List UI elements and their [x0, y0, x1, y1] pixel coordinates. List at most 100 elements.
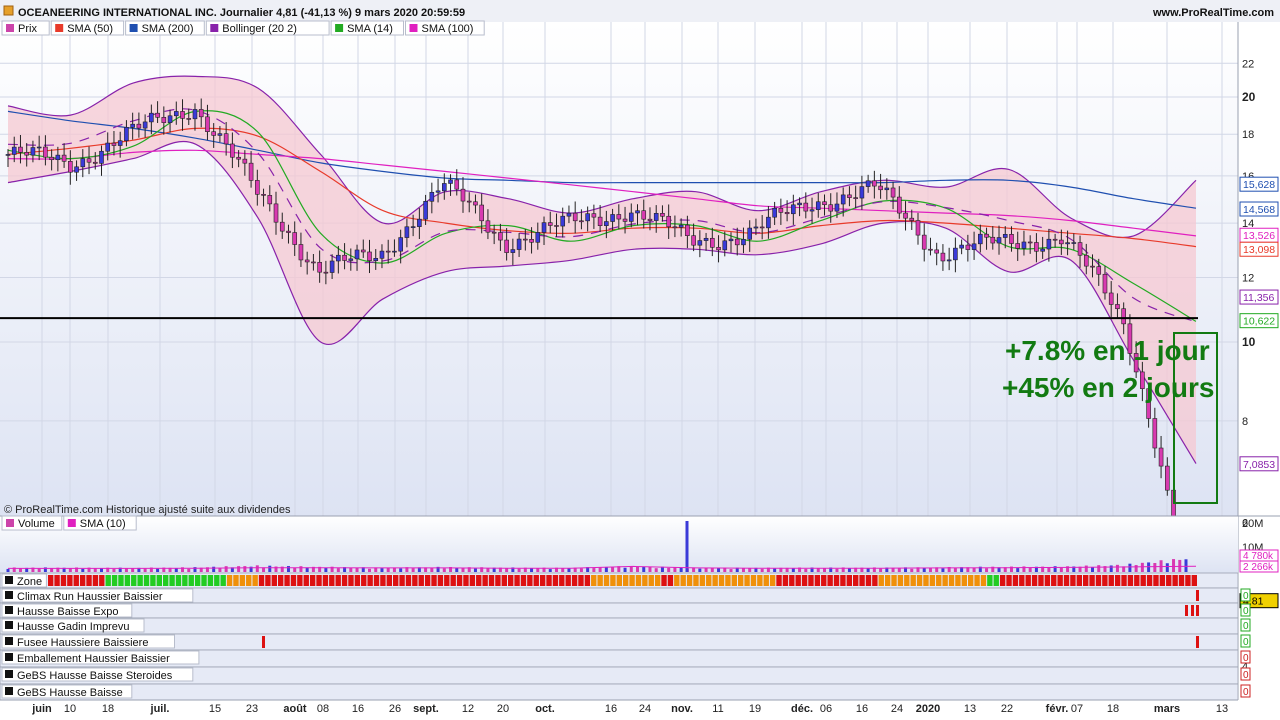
zone-bar	[571, 575, 578, 586]
volume-bar	[604, 566, 608, 572]
zone-bar	[712, 575, 718, 586]
zone-bar	[718, 575, 725, 586]
indicator-value: 0	[1243, 653, 1249, 664]
time-axis-label: 16	[605, 703, 617, 715]
candle-body	[80, 158, 86, 168]
zone-bar	[156, 575, 162, 586]
candle-body	[847, 194, 852, 198]
zone-bar	[757, 575, 763, 586]
candle-body	[336, 254, 341, 262]
candle-body	[797, 202, 802, 206]
legend-label: SMA (14)	[347, 23, 393, 35]
zone-bar	[86, 575, 92, 586]
candle-body	[86, 158, 92, 163]
candle-body	[672, 226, 678, 229]
zone-bar	[1121, 575, 1127, 586]
candle-body	[130, 123, 135, 128]
indicator-swatch	[5, 591, 13, 599]
zone-bar	[948, 575, 955, 586]
candle-body	[410, 226, 416, 228]
zone-bar	[1006, 575, 1012, 586]
candle-body	[161, 116, 167, 123]
candle-body	[666, 215, 671, 228]
signal-bar	[262, 636, 265, 648]
candle-body	[1090, 265, 1095, 268]
candle-body	[865, 180, 871, 187]
indicator-label: GeBS Hausse Baisse Steroides	[17, 670, 173, 682]
zone-bar	[1089, 575, 1095, 586]
zone-bar	[380, 575, 386, 586]
zone-bar	[143, 575, 150, 586]
candle-body	[896, 196, 902, 214]
signal-bar	[1191, 605, 1194, 616]
volume-bar	[1140, 562, 1144, 572]
time-axis-label: 20	[497, 703, 509, 715]
price-tag-label: 7,0853	[1243, 459, 1275, 471]
signal-bar	[1196, 636, 1199, 648]
volume-bar	[698, 568, 702, 572]
volume-tag-label: 4 780k	[1243, 551, 1274, 562]
candle-body	[255, 180, 260, 195]
volume-bar	[1059, 567, 1063, 572]
zone-bar	[188, 575, 194, 586]
legend-label: SMA (50)	[67, 23, 113, 35]
candle-body	[1158, 447, 1164, 467]
chart-title: OCEANEERING INTERNATIONAL INC. Journalie…	[18, 7, 465, 19]
candle-body	[317, 261, 322, 273]
zone-bar	[833, 575, 840, 586]
zone-bar	[942, 575, 948, 586]
volume-bar	[37, 568, 41, 572]
candle-body	[604, 221, 609, 226]
zone-bar	[1019, 575, 1025, 586]
zone-bar	[968, 575, 974, 586]
zone-bar	[686, 575, 693, 586]
indicator-panel	[0, 617, 1239, 635]
candle-body	[1077, 242, 1083, 256]
zone-bar	[654, 575, 661, 586]
candle-body	[541, 222, 547, 233]
volume-bar	[1016, 568, 1020, 572]
zone-bar	[999, 575, 1006, 586]
candle-body	[921, 234, 927, 250]
zone-bar	[1159, 575, 1166, 586]
zone-bar	[118, 575, 124, 586]
volume-bar	[791, 568, 795, 572]
volume-bar	[866, 568, 870, 572]
zone-bar	[386, 575, 392, 586]
zone-bar	[1038, 575, 1044, 586]
time-axis-label: 18	[1107, 703, 1119, 715]
candle-body	[61, 154, 67, 162]
volume-bar	[399, 568, 403, 572]
zone-bar	[814, 575, 821, 586]
zone-bar	[284, 575, 290, 586]
volume-bar	[442, 568, 446, 572]
candle-body	[566, 212, 572, 217]
zone-bar	[648, 575, 654, 586]
zone-bar	[987, 575, 993, 586]
zone-bar	[1153, 575, 1159, 586]
time-axis-label: 24	[891, 703, 903, 715]
volume-bar	[648, 566, 652, 572]
volume-bar	[187, 568, 191, 572]
zone-bar	[246, 575, 252, 586]
signal-bar	[1196, 605, 1199, 616]
candle-body	[448, 179, 453, 184]
zone-bar	[348, 575, 354, 586]
volume-bar	[1165, 563, 1169, 572]
volume-bar	[324, 567, 328, 572]
zone-bar	[252, 575, 258, 586]
indicator-value: 0	[1243, 606, 1249, 617]
zone-bar	[884, 575, 891, 586]
candle-body	[155, 112, 160, 118]
zone-bar	[603, 575, 610, 586]
volume-bar	[760, 568, 764, 572]
candle-body	[105, 142, 111, 152]
volume-bar	[710, 567, 714, 572]
legend-swatch	[6, 519, 14, 527]
price-tick-label: 8	[1242, 416, 1248, 428]
zone-bar	[303, 575, 309, 586]
volume-bar	[623, 567, 627, 572]
zone-bar	[322, 575, 329, 586]
candle-body	[516, 238, 522, 250]
candle-body	[628, 212, 634, 222]
